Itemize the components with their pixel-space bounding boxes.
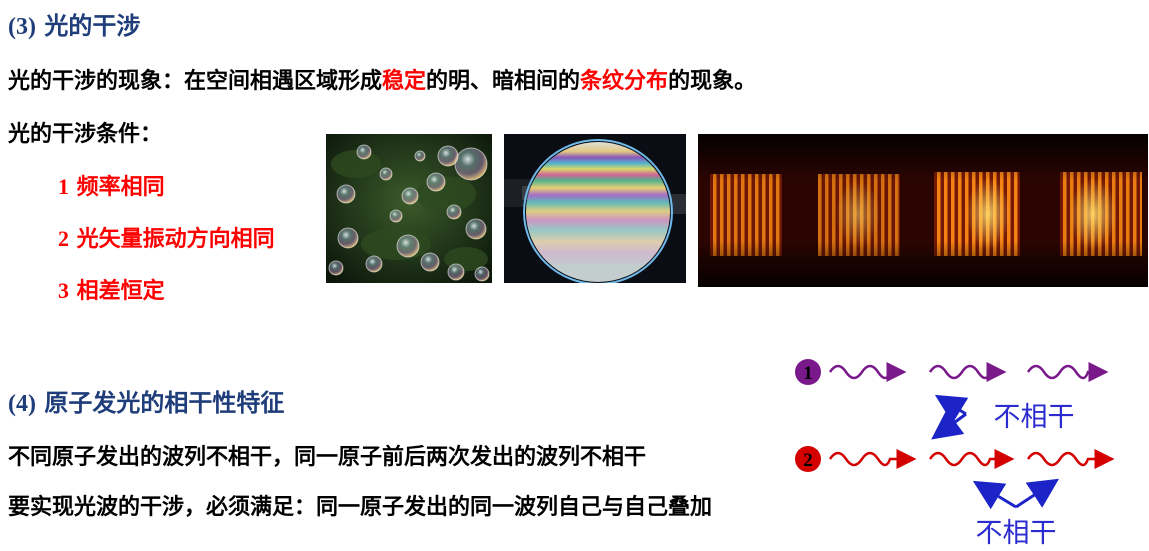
condition-text: 频率相同 xyxy=(76,175,165,200)
section4-title: 原子发光的相干性特征 xyxy=(44,389,285,417)
condition-text: 相差恒定 xyxy=(76,279,165,304)
atom-2-marker: 2 xyxy=(795,446,821,472)
atom-1-label: 1 xyxy=(803,363,813,384)
section3-title: 光的干涉 xyxy=(44,12,141,40)
incoherent-label-top: 不相干 xyxy=(994,402,1075,433)
highlight-stable: 稳定 xyxy=(382,69,427,94)
condition-text: 光矢量振动方向相同 xyxy=(76,227,275,252)
atom-1-marker: 1 xyxy=(795,359,821,385)
section4-heading: (4) 原子发光的相干性特征 xyxy=(8,383,284,418)
incoherent-label-bottom: 不相干 xyxy=(976,518,1057,547)
red-wave-trains xyxy=(828,449,1115,469)
atom-2-label: 2 xyxy=(803,450,813,471)
fringe-pattern-photo xyxy=(698,134,1148,287)
highlight-fringes: 条纹分布 xyxy=(580,69,669,94)
condition-item: 3 相差恒定 xyxy=(58,273,165,305)
condition-number: 3 xyxy=(58,278,69,303)
phenomenon-mid: 的明、暗相间的 xyxy=(426,69,581,94)
section4-number: (4) xyxy=(8,391,36,417)
condition-item: 2 光矢量振动方向相同 xyxy=(58,221,275,253)
coherence-line-2: 要实现光波的干涉，必须满足：同一原子发出的同一波列自己与自己叠加 xyxy=(8,495,713,520)
thin-film-interference-photo xyxy=(504,134,686,283)
incoherent-arrow-bottom xyxy=(972,478,1060,510)
wave-train-diagram: 1 不相干 2 不相干 xyxy=(795,359,1115,547)
condition-item: 1 频率相同 xyxy=(58,169,165,201)
purple-wave-trains xyxy=(828,362,1109,382)
phenomenon-line: 光的干涉的现象：在空间相遇区域形成稳定的明、暗相间的条纹分布的现象。 xyxy=(8,63,756,95)
phenomenon-suffix: 的现象。 xyxy=(668,69,757,94)
phenomenon-prefix: 光的干涉的现象：在空间相遇区域形成 xyxy=(8,69,383,94)
section3-number: (3) xyxy=(8,14,36,40)
section3-heading: (3) 光的干涉 xyxy=(8,6,140,41)
coherence-line-1: 不同原子发出的波列不相干，同一原子前后两次发出的波列不相干 xyxy=(8,445,647,470)
condition-number: 2 xyxy=(58,226,69,251)
condition-number: 1 xyxy=(58,174,69,199)
incoherent-arrow-top xyxy=(931,394,969,440)
conditions-label: 光的干涉条件： xyxy=(8,122,163,147)
soap-bubbles-photo xyxy=(326,134,492,283)
